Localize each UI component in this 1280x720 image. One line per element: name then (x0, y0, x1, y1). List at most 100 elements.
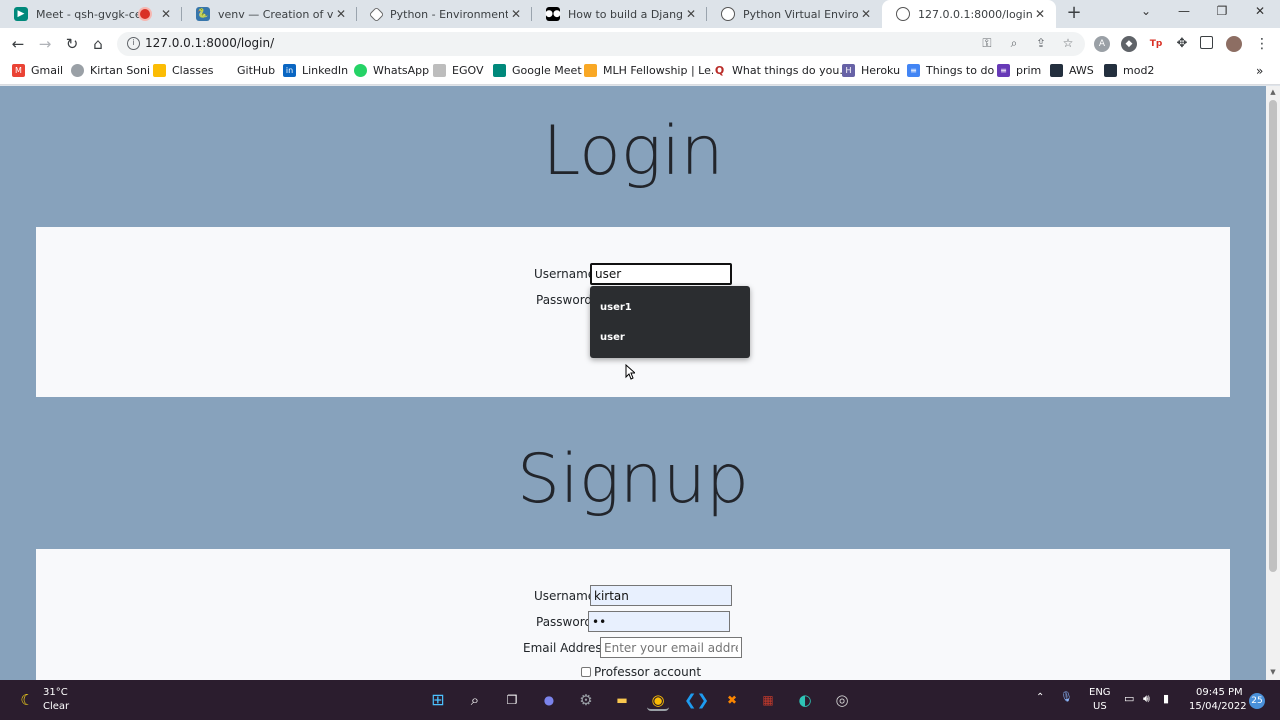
bookmark-mod2[interactable]: mod2 (1104, 64, 1154, 77)
bookmark-heroku[interactable]: H Heroku (842, 64, 900, 77)
extensions-puzzle-icon[interactable]: ✥ (1174, 36, 1190, 52)
clock-time[interactable]: 09:45 PM (1196, 687, 1243, 698)
bookmark-linkedin[interactable]: in LinkedIn (283, 64, 348, 77)
tab-close-icon[interactable]: ✕ (683, 7, 699, 21)
tab-close-icon[interactable]: ✕ (858, 7, 874, 21)
new-tab-icon[interactable]: + (1064, 4, 1084, 24)
weather-temperature[interactable]: 31°C (43, 687, 68, 698)
tab-close-icon[interactable]: ✕ (1032, 7, 1048, 21)
chrome-icon[interactable]: ◉ (647, 689, 669, 711)
tab-django[interactable]: ●● How to build a Django web ✕ (532, 0, 707, 28)
chat-icon[interactable]: ● (538, 689, 560, 711)
key-icon[interactable]: ⚿ (979, 36, 995, 51)
bookmark-prim[interactable]: ≡ prim (997, 64, 1041, 77)
settings-gear-icon[interactable]: ⚙ (575, 689, 597, 711)
bookmark-classes[interactable]: Classes (153, 64, 213, 77)
menu-kebab-icon[interactable]: ⋮ (1254, 36, 1270, 52)
region-indicator[interactable]: US (1093, 701, 1107, 712)
profile-avatar[interactable] (1226, 36, 1242, 52)
professor-checkbox[interactable] (581, 667, 591, 677)
autocomplete-dropdown: user1 user (590, 286, 750, 358)
side-panel-icon[interactable] (1200, 36, 1213, 49)
tab-login-active[interactable]: 127.0.0.1:8000/login/ ✕ (882, 0, 1056, 28)
moon-weather-icon[interactable]: ☾ (16, 689, 38, 711)
aws-icon (1050, 64, 1063, 77)
tab-search-icon[interactable]: ⌄ (1136, 4, 1156, 18)
tab-title: Meet - qsh-gvgk-cev (36, 7, 140, 21)
microphone-icon[interactable]: 🎙 (1060, 692, 1073, 703)
share-icon[interactable]: ⇪ (1033, 36, 1049, 50)
vscode-icon[interactable]: ❮❯ (684, 689, 709, 711)
scroll-down-icon[interactable]: ▼ (1269, 668, 1277, 676)
notification-badge[interactable]: 25 (1249, 693, 1265, 709)
site-info-icon[interactable]: i (127, 37, 140, 50)
maximize-icon[interactable]: ❐ (1212, 4, 1232, 18)
tutorialspoint-icon (368, 6, 385, 22)
bookmark-gmail[interactable]: M Gmail (12, 64, 63, 77)
weather-description[interactable]: Clear (43, 701, 69, 712)
tab-meet[interactable]: ▶ Meet - qsh-gvgk-cev ✕ (0, 0, 182, 28)
bookmark-whatsapp[interactable]: WhatsApp (354, 64, 429, 77)
address-bar[interactable]: i 127.0.0.1:8000/login/ ⚿ ⌕ ⇪ ☆ (117, 32, 1085, 56)
volume-icon[interactable]: 🔊︎ (1143, 692, 1150, 706)
linkedin-icon: in (283, 64, 296, 77)
tab-close-icon[interactable]: ✕ (158, 7, 174, 21)
globe-icon (721, 7, 735, 21)
recording-icon (140, 9, 150, 19)
tp-extension-icon[interactable]: Tp (1148, 36, 1164, 52)
search-icon[interactable]: ⌕ (464, 689, 486, 711)
bookmark-kirtan-soni[interactable]: Kirtan Soni (71, 64, 150, 77)
mouse-cursor-icon (625, 364, 635, 380)
windows-taskbar: ☾ 31°C Clear ⊞ ⌕ ❐ ● ⚙ ▬ ◉ ❮❯ ✖ ▦ ◐ ◎ ⌃ … (0, 680, 1280, 720)
obs-icon[interactable]: ◎ (831, 689, 853, 711)
autocomplete-option[interactable]: user1 (600, 302, 632, 313)
bookmark-google-meet[interactable]: Google Meet (493, 64, 582, 77)
battery-icon[interactable]: ▮ (1163, 692, 1169, 705)
zoom-icon[interactable]: ⌕ (1006, 36, 1022, 51)
bookmark-star-icon[interactable]: ☆ (1060, 36, 1076, 50)
forward-icon[interactable]: → (35, 34, 55, 54)
file-explorer-icon[interactable]: ▬ (611, 689, 633, 711)
page-scrollbar[interactable]: ▲ ▼ (1266, 86, 1280, 680)
back-icon[interactable]: ← (8, 34, 28, 54)
tab-python-venv[interactable]: Python Virtual Environment ✕ (707, 0, 882, 28)
signup-email-input[interactable] (600, 637, 742, 658)
winrar-icon[interactable]: ▦ (757, 689, 779, 711)
aws-icon (1104, 64, 1117, 77)
bookmarks-overflow-icon[interactable]: » (1256, 64, 1263, 78)
edge-icon[interactable]: ◐ (794, 689, 816, 711)
bookmark-github[interactable]: GitHub (218, 64, 275, 77)
task-view-icon[interactable]: ❐ (501, 689, 523, 711)
autocomplete-option[interactable]: user (600, 332, 625, 343)
clock-date[interactable]: 15/04/2022 (1189, 701, 1247, 712)
tab-close-icon[interactable]: ✕ (508, 7, 524, 21)
close-window-icon[interactable]: ✕ (1250, 4, 1270, 18)
reload-icon[interactable]: ↻ (62, 34, 82, 54)
bookmark-quora[interactable]: Q What things do you... (713, 64, 850, 77)
quora-icon: Q (713, 64, 726, 77)
shield-extension-icon[interactable]: ◆ (1121, 36, 1137, 52)
login-heading: Login (542, 112, 724, 191)
tab-title: Python Virtual Environment (743, 7, 858, 21)
url-text[interactable]: 127.0.0.1:8000/login/ (145, 36, 274, 50)
network-icon[interactable]: ▭ (1124, 692, 1134, 705)
signup-username-input[interactable] (590, 585, 732, 606)
xampp-icon[interactable]: ✖ (721, 689, 743, 711)
minimize-icon[interactable]: — (1174, 4, 1194, 18)
tab-venv[interactable]: 🐍 venv — Creation of virtual e ✕ (182, 0, 357, 28)
bookmark-mlh[interactable]: MLH Fellowship | Le... (584, 64, 721, 77)
signup-password-input[interactable] (588, 611, 730, 632)
tab-python-env[interactable]: Python - Environment Setu ✕ (357, 0, 532, 28)
login-username-input[interactable] (590, 263, 732, 285)
scrollbar-thumb[interactable] (1269, 100, 1277, 572)
bookmark-egov[interactable]: EGOV (433, 64, 483, 77)
adblock-icon[interactable]: A (1094, 36, 1110, 52)
bookmark-aws[interactable]: AWS (1050, 64, 1094, 77)
language-indicator[interactable]: ENG (1089, 687, 1111, 698)
scroll-up-icon[interactable]: ▲ (1269, 88, 1277, 96)
tab-close-icon[interactable]: ✕ (333, 7, 349, 21)
home-icon[interactable]: ⌂ (88, 34, 108, 54)
tray-overflow-icon[interactable]: ⌃ (1036, 692, 1044, 703)
bookmark-things-to-do[interactable]: ≡ Things to do (907, 64, 994, 77)
windows-start-icon[interactable]: ⊞ (427, 689, 449, 711)
